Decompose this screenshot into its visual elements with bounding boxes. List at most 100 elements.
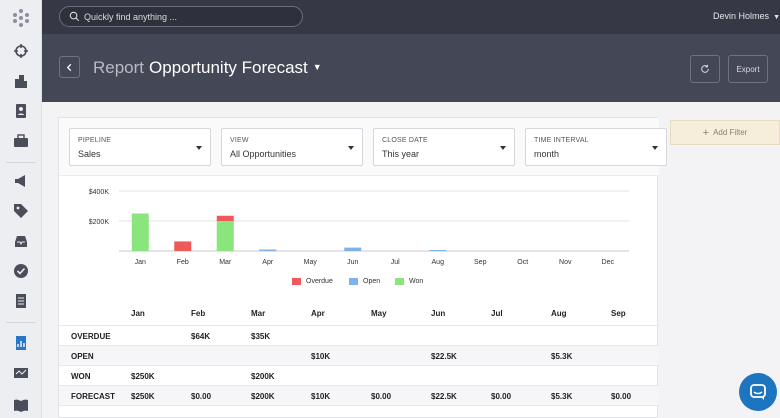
table-row: OVERDUE $64K $35K xyxy=(59,326,659,346)
chart-legend: Overdue Open Won xyxy=(59,278,659,290)
x-tick-label: Dec xyxy=(602,259,615,266)
filter-bar: PIPELINE Sales VIEW All Opportunities CL… xyxy=(59,118,667,176)
report-card: PIPELINE Sales VIEW All Opportunities CL… xyxy=(58,117,667,418)
filter-value: month xyxy=(534,149,560,159)
bar-overdue-feb[interactable] xyxy=(174,241,192,251)
filter-label: TIME INTERVAL xyxy=(534,137,589,144)
x-tick-label: Aug xyxy=(432,259,445,266)
sidebar xyxy=(0,0,42,418)
legend-label: Won xyxy=(409,278,424,285)
column-header: Apr xyxy=(311,309,325,318)
table-cell: $0.00 xyxy=(191,392,212,401)
x-tick-label: May xyxy=(304,259,318,266)
table-cell: $0.00 xyxy=(611,392,632,401)
pipeline-select[interactable]: PIPELINE Sales xyxy=(69,128,211,166)
sidebar-divider xyxy=(6,162,36,163)
report-icon[interactable] xyxy=(12,334,30,352)
briefcase-icon[interactable] xyxy=(12,132,30,150)
legend-swatch xyxy=(349,278,358,285)
document-icon[interactable] xyxy=(12,292,30,310)
table-cell: $200K xyxy=(251,372,275,381)
user-name: Devin Holmes xyxy=(713,11,770,21)
table-cell: $10K xyxy=(311,352,331,361)
filter-value: This year xyxy=(382,149,420,159)
inbox-icon[interactable] xyxy=(12,232,30,250)
close-date-select[interactable]: CLOSE DATE This year xyxy=(373,128,515,166)
page-title[interactable]: Report Opportunity Forecast ▼ xyxy=(93,58,322,78)
table-cell: $0.00 xyxy=(371,392,392,401)
table-cell: $250K xyxy=(131,392,155,401)
legend-swatch xyxy=(395,278,404,285)
table-cell: $64K xyxy=(191,332,211,341)
bar-open-jun[interactable] xyxy=(344,247,362,251)
table-row: WON $250K $200K xyxy=(59,366,659,386)
refresh-button[interactable] xyxy=(690,55,720,83)
bar-won-jan[interactable] xyxy=(131,213,149,252)
x-tick-label: Mar xyxy=(219,259,232,266)
building-icon[interactable] xyxy=(12,72,30,90)
legend-item-won[interactable]: Won xyxy=(395,278,423,285)
column-header: Jul xyxy=(491,309,503,318)
book-icon[interactable] xyxy=(12,396,30,414)
plus-icon: + xyxy=(702,126,710,139)
column-header: Mar xyxy=(251,309,266,318)
sidebar-divider xyxy=(6,322,36,323)
x-tick-label: Sep xyxy=(474,259,487,266)
legend-item-open[interactable]: Open xyxy=(349,278,380,285)
row-label: WON xyxy=(71,372,91,381)
x-tick-label: Jul xyxy=(391,259,400,266)
tag-icon[interactable] xyxy=(12,202,30,220)
column-header: Sep xyxy=(611,309,626,318)
chevron-down-icon: ▼ xyxy=(773,14,780,21)
user-menu[interactable]: Devin Holmes ▼ xyxy=(713,11,780,21)
x-tick-label: Apr xyxy=(262,259,274,266)
megaphone-icon[interactable] xyxy=(12,172,30,190)
export-button[interactable]: Export xyxy=(728,55,768,83)
logo-icon[interactable] xyxy=(11,8,31,28)
add-filter-label: Add Filter xyxy=(713,128,748,137)
legend-label: Open xyxy=(363,278,381,285)
bar-open-aug[interactable] xyxy=(429,250,447,251)
table-cell: $250K xyxy=(131,372,155,381)
filter-label: CLOSE DATE xyxy=(382,137,428,144)
back-button[interactable] xyxy=(59,56,80,78)
table-cell: $22.5K xyxy=(431,352,457,361)
x-tick-label: Jun xyxy=(347,259,358,266)
legend-label: Overdue xyxy=(306,278,333,285)
bar-chart: $400K $200K Jan Feb Mar Apr May Jun Jul Aug Sep Oct… xyxy=(89,189,629,266)
contact-icon[interactable] xyxy=(12,102,30,120)
column-header: Aug xyxy=(551,309,567,318)
search-input[interactable] xyxy=(84,9,294,24)
table-cell: $5.3K xyxy=(551,352,573,361)
refresh-icon xyxy=(701,64,709,73)
filter-label: PIPELINE xyxy=(78,137,112,144)
global-search[interactable] xyxy=(59,6,303,27)
y-tick-label: $200K xyxy=(89,219,110,226)
activity-icon[interactable] xyxy=(12,364,30,382)
table-row: OPEN $10K $22.5K $5.3K xyxy=(59,346,659,366)
search-icon xyxy=(69,11,80,22)
add-filter-button[interactable]: + Add Filter xyxy=(670,120,780,145)
chat-button[interactable] xyxy=(739,373,777,411)
column-header: May xyxy=(371,309,387,318)
row-label: FORECAST xyxy=(71,392,115,401)
legend-item-overdue[interactable]: Overdue xyxy=(292,278,333,285)
bar-won-mar[interactable] xyxy=(216,221,234,251)
report-header: Report Opportunity Forecast ▼ Export xyxy=(42,34,780,102)
view-select[interactable]: VIEW All Opportunities xyxy=(221,128,363,166)
filter-label: VIEW xyxy=(230,137,249,144)
bar-open-apr[interactable] xyxy=(259,249,277,252)
caret-down-icon xyxy=(652,146,658,150)
filter-value: Sales xyxy=(78,149,101,159)
filter-value: All Opportunities xyxy=(230,149,297,159)
column-header: Feb xyxy=(191,309,206,318)
table-cell: $0.00 xyxy=(491,392,512,401)
crosshair-icon[interactable] xyxy=(12,42,30,60)
table-cell: $22.5K xyxy=(431,392,457,401)
caret-down-icon xyxy=(500,146,506,150)
title-prefix: Report xyxy=(93,58,145,77)
check-circle-icon[interactable] xyxy=(12,262,30,280)
bar-overdue-mar[interactable] xyxy=(216,215,234,221)
time-interval-select[interactable]: TIME INTERVAL month xyxy=(525,128,667,166)
legend-swatch xyxy=(292,278,301,285)
